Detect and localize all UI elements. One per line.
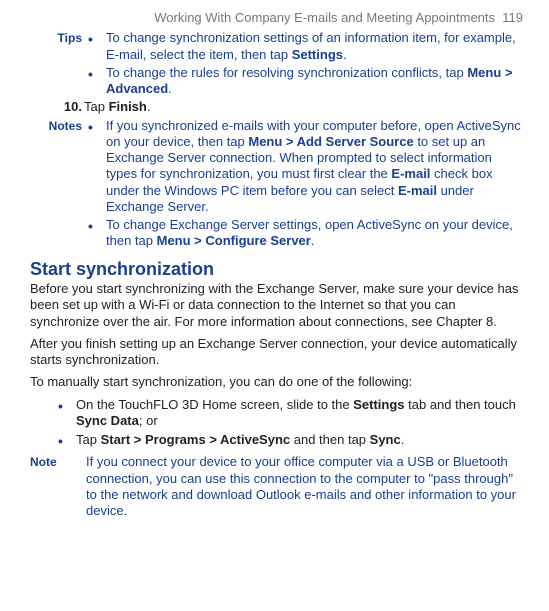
paragraph-1: Before you start synchronizing with the … bbox=[30, 281, 523, 330]
final-note: Note If you connect your device to your … bbox=[30, 454, 523, 519]
list-item-1: • On the TouchFLO 3D Home screen, slide … bbox=[30, 397, 523, 430]
bold: E-mail bbox=[398, 183, 437, 198]
bold: Settings bbox=[292, 47, 343, 62]
text: . bbox=[147, 99, 151, 114]
bullet-icon: • bbox=[88, 217, 106, 233]
tips-label: Tips bbox=[30, 30, 88, 46]
note-text-2: To change Exchange Server settings, open… bbox=[106, 217, 523, 250]
paragraph-2: After you finish setting up an Exchange … bbox=[30, 336, 523, 369]
bold: Sync bbox=[370, 432, 401, 447]
step-text: Tap Finish. bbox=[84, 99, 523, 115]
text: . bbox=[311, 233, 315, 248]
bullet-icon: • bbox=[58, 397, 76, 413]
section-heading: Start synchronization bbox=[30, 258, 523, 281]
tips-row-2: • To change the rules for resolving sync… bbox=[30, 65, 523, 98]
text: To change the rules for resolving synchr… bbox=[106, 65, 467, 80]
list-item-2: • Tap Start > Programs > ActiveSync and … bbox=[30, 432, 523, 448]
text: . bbox=[401, 432, 405, 447]
text: . bbox=[343, 47, 347, 62]
bold: Settings bbox=[353, 397, 404, 412]
text: and then tap bbox=[290, 432, 370, 447]
note-text-1: If you synchronized e-mails with your co… bbox=[106, 118, 523, 216]
notes-row-1: Notes • If you synchronized e-mails with… bbox=[30, 118, 523, 216]
text: Tap bbox=[76, 432, 101, 447]
bullet-icon: • bbox=[88, 118, 106, 134]
step-number: 10. bbox=[30, 99, 84, 115]
list-text-2: Tap Start > Programs > ActiveSync and th… bbox=[76, 432, 523, 448]
manual-page: Working With Company E-mails and Meeting… bbox=[0, 0, 549, 529]
bold: Menu > Configure Server bbox=[157, 233, 311, 248]
note-body: If you connect your device to your offic… bbox=[76, 454, 523, 519]
step-10: 10. Tap Finish. bbox=[30, 99, 523, 115]
bold: Finish bbox=[109, 99, 147, 114]
paragraph-3: To manually start synchronization, you c… bbox=[30, 374, 523, 390]
chapter-title: Working With Company E-mails and Meeting… bbox=[154, 10, 495, 25]
text: . bbox=[168, 81, 172, 96]
bullet-icon: • bbox=[88, 65, 106, 81]
bold: Start > Programs > ActiveSync bbox=[101, 432, 291, 447]
tip-text-1: To change synchronization settings of an… bbox=[106, 30, 523, 63]
notes-label: Notes bbox=[30, 118, 88, 134]
note-label: Note bbox=[30, 454, 76, 470]
list-text-1: On the TouchFLO 3D Home screen, slide to… bbox=[76, 397, 523, 430]
bullet-icon: • bbox=[58, 432, 76, 448]
tips-row-1: Tips • To change synchronization setting… bbox=[30, 30, 523, 63]
page-header: Working With Company E-mails and Meeting… bbox=[30, 10, 523, 26]
bold: Menu > Add Server Source bbox=[248, 134, 413, 149]
tip-text-2: To change the rules for resolving synchr… bbox=[106, 65, 523, 98]
bold: Sync Data bbox=[76, 413, 139, 428]
text: On the TouchFLO 3D Home screen, slide to… bbox=[76, 397, 353, 412]
bold: E-mail bbox=[391, 166, 430, 181]
text: ; or bbox=[139, 413, 158, 428]
notes-row-2: • To change Exchange Server settings, op… bbox=[30, 217, 523, 250]
text: tab and then touch bbox=[405, 397, 516, 412]
bullet-icon: • bbox=[88, 30, 106, 46]
page-number: 119 bbox=[502, 10, 523, 25]
text: Tap bbox=[84, 99, 109, 114]
